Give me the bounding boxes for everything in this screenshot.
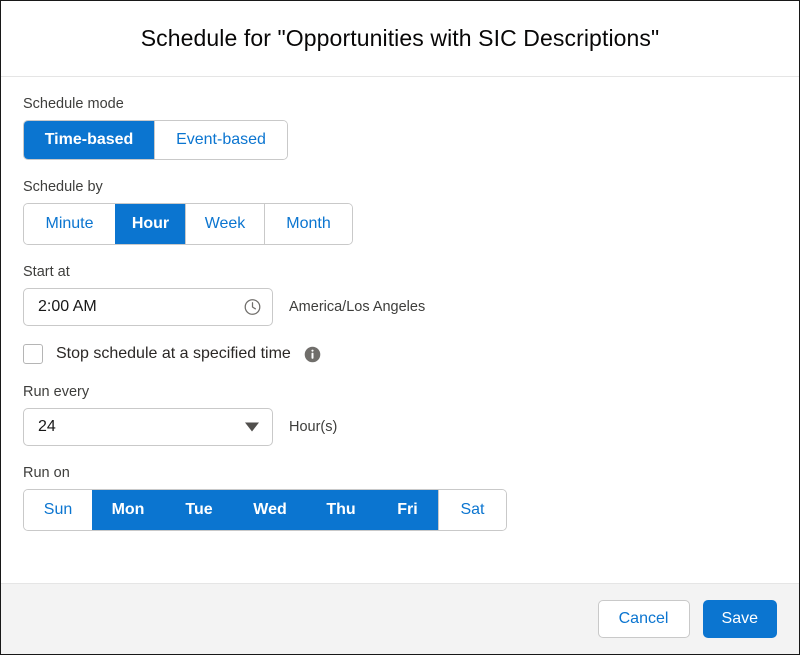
run-every-label: Run every	[23, 384, 90, 400]
run-on-day-wed[interactable]: Wed	[234, 490, 305, 530]
start-at-input-wrap	[23, 288, 273, 326]
schedule-by-group: Minute Hour Week Month	[23, 203, 353, 245]
dialog-header: Schedule for "Opportunities with SIC Des…	[1, 1, 799, 77]
dialog-footer: Cancel Save	[1, 583, 799, 654]
schedule-mode-label: Schedule mode	[23, 96, 124, 112]
schedule-by-field: Schedule by Minute Hour Week Month	[23, 178, 777, 245]
run-on-label: Run on	[23, 465, 70, 481]
schedule-mode-field: Schedule mode Time-based Event-based	[23, 95, 777, 160]
run-on-day-mon[interactable]: Mon	[92, 490, 163, 530]
run-every-select-wrap: 24	[23, 408, 273, 446]
save-button[interactable]: Save	[702, 600, 777, 638]
stop-schedule-row: Stop schedule at a specified time	[23, 344, 777, 364]
schedule-mode-option-event-based[interactable]: Event-based	[154, 121, 287, 159]
schedule-by-option-month[interactable]: Month	[264, 204, 352, 244]
run-on-field: Run on Sun Mon Tue Wed Thu Fri Sat	[23, 464, 777, 531]
page-title: Schedule for "Opportunities with SIC Des…	[140, 25, 660, 51]
start-at-timezone: America/Los Angeles	[289, 299, 426, 315]
run-every-select[interactable]: 24	[23, 408, 273, 446]
start-at-input[interactable]	[23, 288, 273, 326]
run-every-unit: Hour(s)	[289, 419, 338, 435]
schedule-mode-option-time-based[interactable]: Time-based	[24, 121, 154, 159]
schedule-by-option-week[interactable]: Week	[185, 204, 264, 244]
run-on-day-sun[interactable]: Sun	[24, 490, 92, 530]
run-every-field: Run every 24 Hour(s)	[23, 383, 777, 446]
start-at-field: Start at America/Los Angeles	[23, 263, 777, 326]
start-at-row: America/Los Angeles	[23, 288, 777, 326]
run-every-row: 24 Hour(s)	[23, 408, 777, 446]
schedule-by-option-hour[interactable]: Hour	[115, 204, 185, 244]
info-icon[interactable]	[304, 346, 321, 363]
schedule-dialog: Schedule for "Opportunities with SIC Des…	[0, 0, 800, 655]
cancel-button[interactable]: Cancel	[597, 600, 690, 638]
run-on-group: Sun Mon Tue Wed Thu Fri Sat	[23, 489, 507, 531]
start-at-label: Start at	[23, 264, 70, 280]
run-on-day-fri[interactable]: Fri	[376, 490, 438, 530]
stop-schedule-checkbox[interactable]	[23, 344, 43, 364]
schedule-by-label: Schedule by	[23, 179, 103, 195]
stop-schedule-label: Stop schedule at a specified time	[56, 345, 291, 362]
run-on-day-thu[interactable]: Thu	[305, 490, 376, 530]
run-every-value: 24	[38, 418, 56, 435]
schedule-by-option-minute[interactable]: Minute	[24, 204, 115, 244]
run-on-day-sat[interactable]: Sat	[438, 490, 506, 530]
clock-icon[interactable]	[243, 298, 262, 317]
run-on-day-tue[interactable]: Tue	[163, 490, 234, 530]
dialog-body: Schedule mode Time-based Event-based Sch…	[1, 77, 799, 583]
schedule-mode-group: Time-based Event-based	[23, 120, 288, 160]
